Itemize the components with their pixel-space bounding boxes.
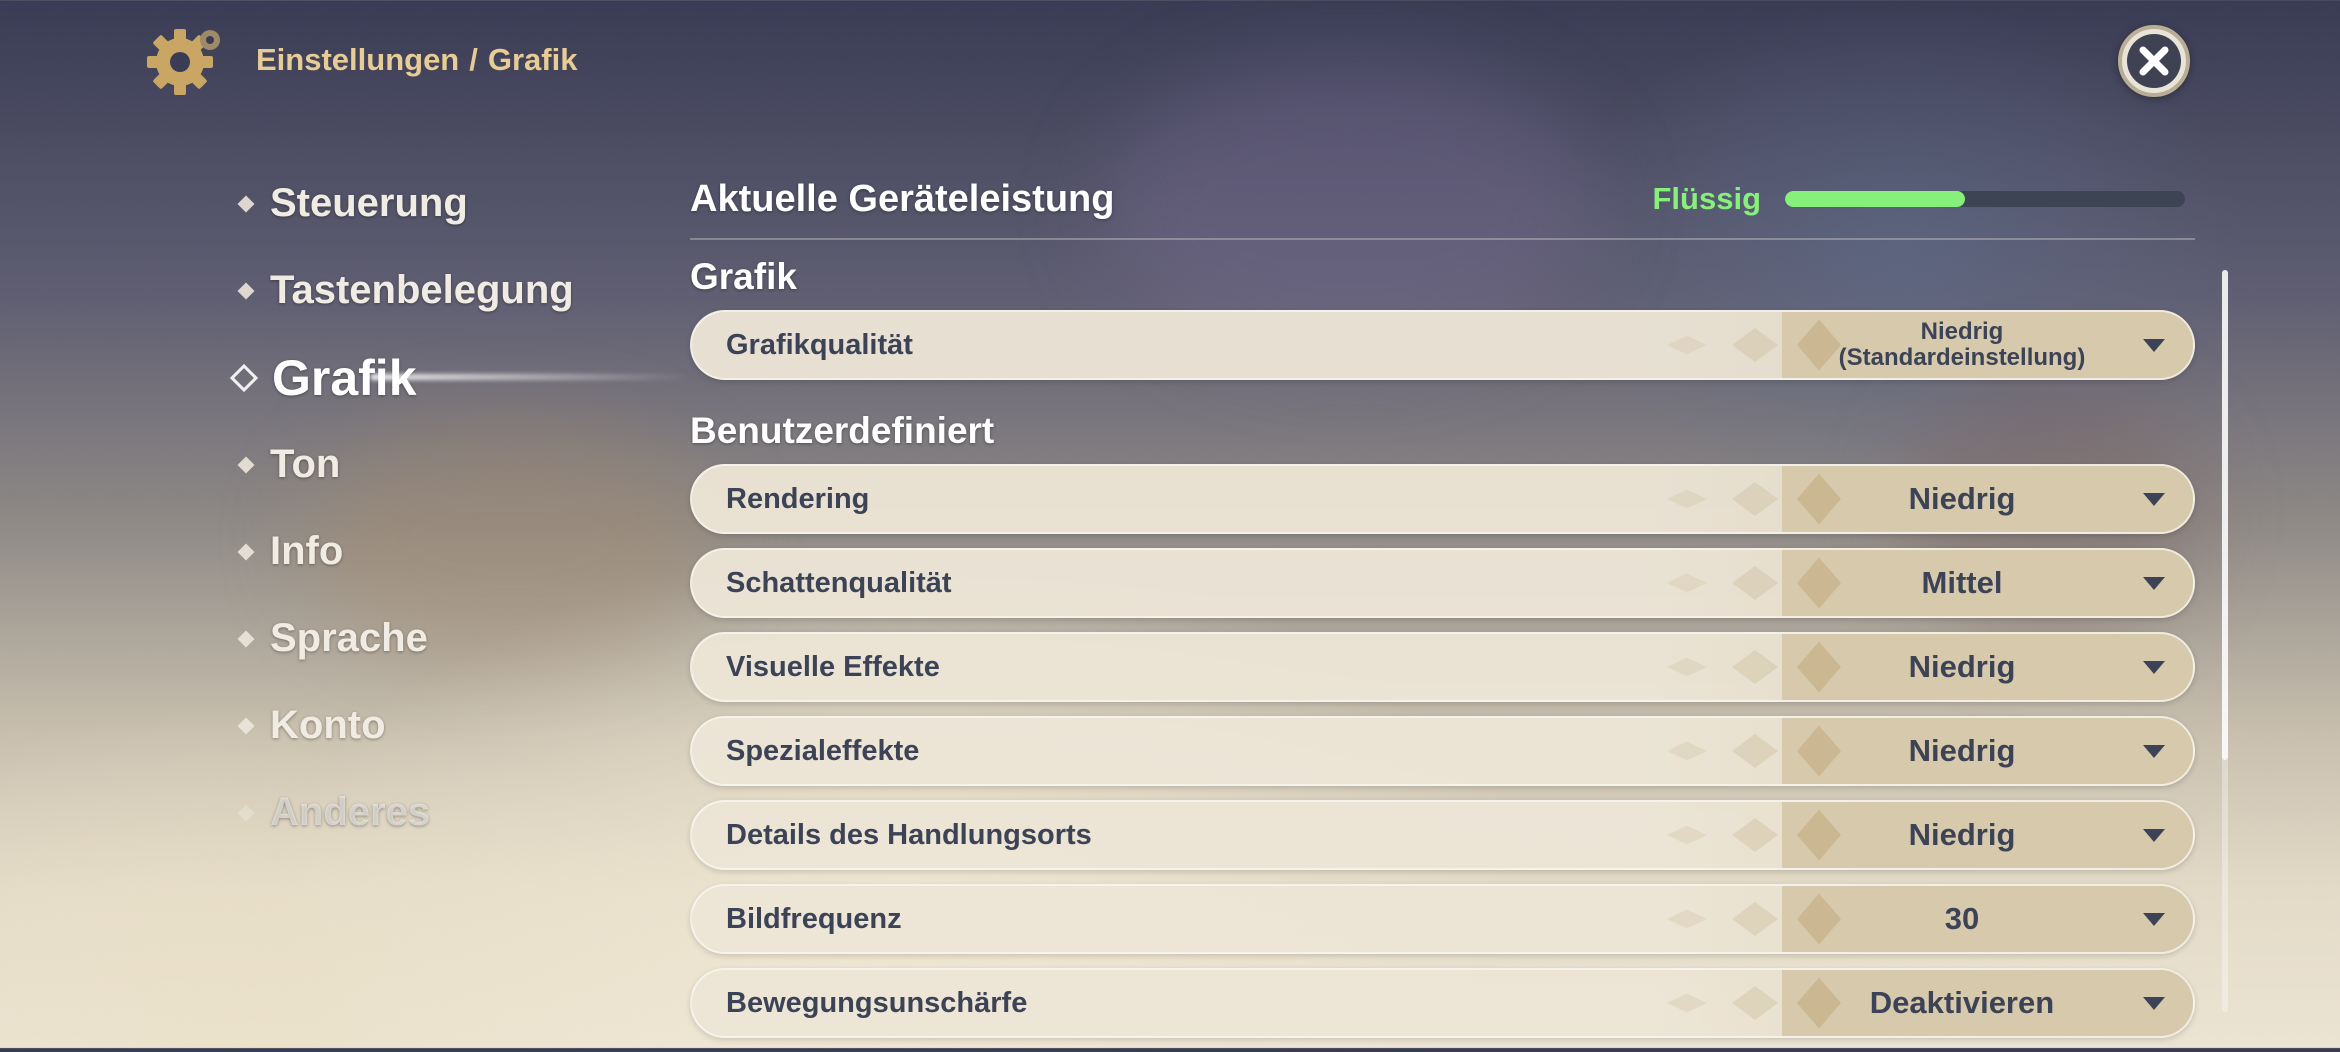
chevron-down-icon	[2143, 745, 2165, 758]
settings-header: Einstellungen / Grafik	[140, 22, 577, 98]
section-title-grafik: Grafik	[690, 256, 797, 297]
setting-value: Mittel	[1921, 564, 2003, 600]
device-performance: Aktuelle Geräteleistung Flüssig	[690, 160, 2195, 240]
active-diamond-icon	[229, 363, 259, 392]
setting-label: Grafikqualität	[726, 328, 913, 361]
performance-status: Flüssig	[1652, 181, 1761, 216]
setting-value: Niedrig (Standardeinstellung)	[1812, 317, 2112, 372]
chevron-down-icon	[2143, 829, 2165, 842]
chevron-down-icon	[2143, 661, 2165, 674]
performance-bar	[1785, 191, 2185, 207]
sidebar-item-konto[interactable]: Konto	[230, 682, 660, 769]
setting-label: Bewegungsunschärfe	[726, 986, 1028, 1019]
dropdown-schattenqualitaet[interactable]: Schattenqualität Mittel	[690, 548, 2195, 618]
sidebar-item-label: Sprache	[270, 616, 428, 660]
settings-sidebar: Steuerung Tastenbelegung Grafik Ton Info…	[229, 160, 690, 856]
bullet-icon	[237, 282, 255, 299]
sidebar-item-label: Steuerung	[270, 181, 468, 225]
setting-value: Niedrig	[1908, 732, 2016, 768]
breadcrumb: Einstellungen / Grafik	[256, 42, 577, 78]
setting-label: Spezialeffekte	[726, 734, 920, 767]
section-title-benutzerdefiniert: Benutzerdefiniert	[690, 410, 995, 451]
chevron-down-icon	[2143, 997, 2165, 1010]
sidebar-item-ton[interactable]: Ton	[230, 421, 660, 508]
sidebar-item-sprache[interactable]: Sprache	[230, 595, 660, 682]
gear-icon	[140, 22, 230, 98]
setting-value-line: Niedrig	[1920, 317, 2004, 345]
chevron-down-icon	[2143, 339, 2165, 352]
setting-label: Visuelle Effekte	[726, 650, 940, 683]
dropdown-grafikqualitaet[interactable]: Grafikqualität Niedrig (Standardeinstell…	[690, 310, 2195, 380]
setting-value: 30	[1944, 900, 1980, 936]
breadcrumb-root[interactable]: Einstellungen	[256, 42, 459, 78]
setting-value: Niedrig	[1908, 648, 2016, 684]
breadcrumb-current: Grafik	[487, 42, 578, 77]
breadcrumb-separator: /	[469, 42, 478, 77]
dropdown-visuelle-effekte[interactable]: Visuelle Effekte Niedrig	[690, 632, 2195, 702]
bullet-icon	[237, 456, 255, 473]
dropdown-rendering[interactable]: Rendering Niedrig	[690, 464, 2195, 534]
scrollbar[interactable]	[2222, 270, 2228, 1012]
sidebar-item-tastenbelegung[interactable]: Tastenbelegung	[230, 247, 660, 334]
setting-label: Bildfrequenz	[726, 902, 902, 935]
chevron-down-icon	[2143, 493, 2165, 506]
dropdown-spezialeffekte[interactable]: Spezialeffekte Niedrig	[690, 716, 2195, 786]
performance-bar-fill	[1785, 191, 1965, 207]
setting-label: Details des Handlungsorts	[726, 818, 1092, 851]
active-highlight	[370, 374, 690, 380]
setting-value: Niedrig	[1908, 816, 2016, 852]
sidebar-item-steuerung[interactable]: Steuerung	[230, 160, 660, 247]
bullet-icon	[237, 630, 255, 647]
chevron-down-icon	[2143, 913, 2165, 926]
scrollbar-thumb[interactable]	[2222, 270, 2228, 760]
sidebar-item-label: Anderes	[270, 790, 431, 834]
setting-label: Rendering	[726, 482, 870, 515]
sidebar-item-anderes[interactable]: Anderes	[230, 769, 660, 856]
settings-content: Aktuelle Geräteleistung Flüssig Grafik G…	[690, 160, 2195, 1052]
dropdown-bewegungsunschaerfe[interactable]: Bewegungsunschärfe Deaktivieren	[690, 968, 2195, 1038]
sidebar-item-label: Info	[270, 529, 344, 573]
setting-value: Niedrig	[1908, 480, 2016, 516]
bullet-icon	[237, 195, 255, 212]
sidebar-item-label: Konto	[270, 703, 386, 747]
bullet-icon	[237, 804, 255, 821]
dropdown-bildfrequenz[interactable]: Bildfrequenz 30	[690, 884, 2195, 954]
setting-label: Schattenqualität	[726, 566, 952, 599]
performance-title: Aktuelle Geräteleistung	[690, 177, 1115, 220]
sidebar-item-info[interactable]: Info	[230, 508, 660, 595]
setting-value: Deaktivieren	[1869, 984, 2055, 1020]
bullet-icon	[237, 543, 255, 560]
close-icon	[2127, 34, 2181, 88]
bullet-icon	[237, 717, 255, 734]
sidebar-item-grafik[interactable]: Grafik	[229, 334, 690, 421]
sidebar-item-label: Tastenbelegung	[270, 268, 574, 312]
setting-value-line: (Standardeinstellung)	[1838, 344, 2086, 371]
sidebar-item-label: Ton	[270, 442, 341, 486]
dropdown-details-handlungsort[interactable]: Details des Handlungsorts Niedrig	[690, 800, 2195, 870]
chevron-down-icon	[2143, 577, 2165, 590]
close-button[interactable]	[2118, 25, 2190, 97]
